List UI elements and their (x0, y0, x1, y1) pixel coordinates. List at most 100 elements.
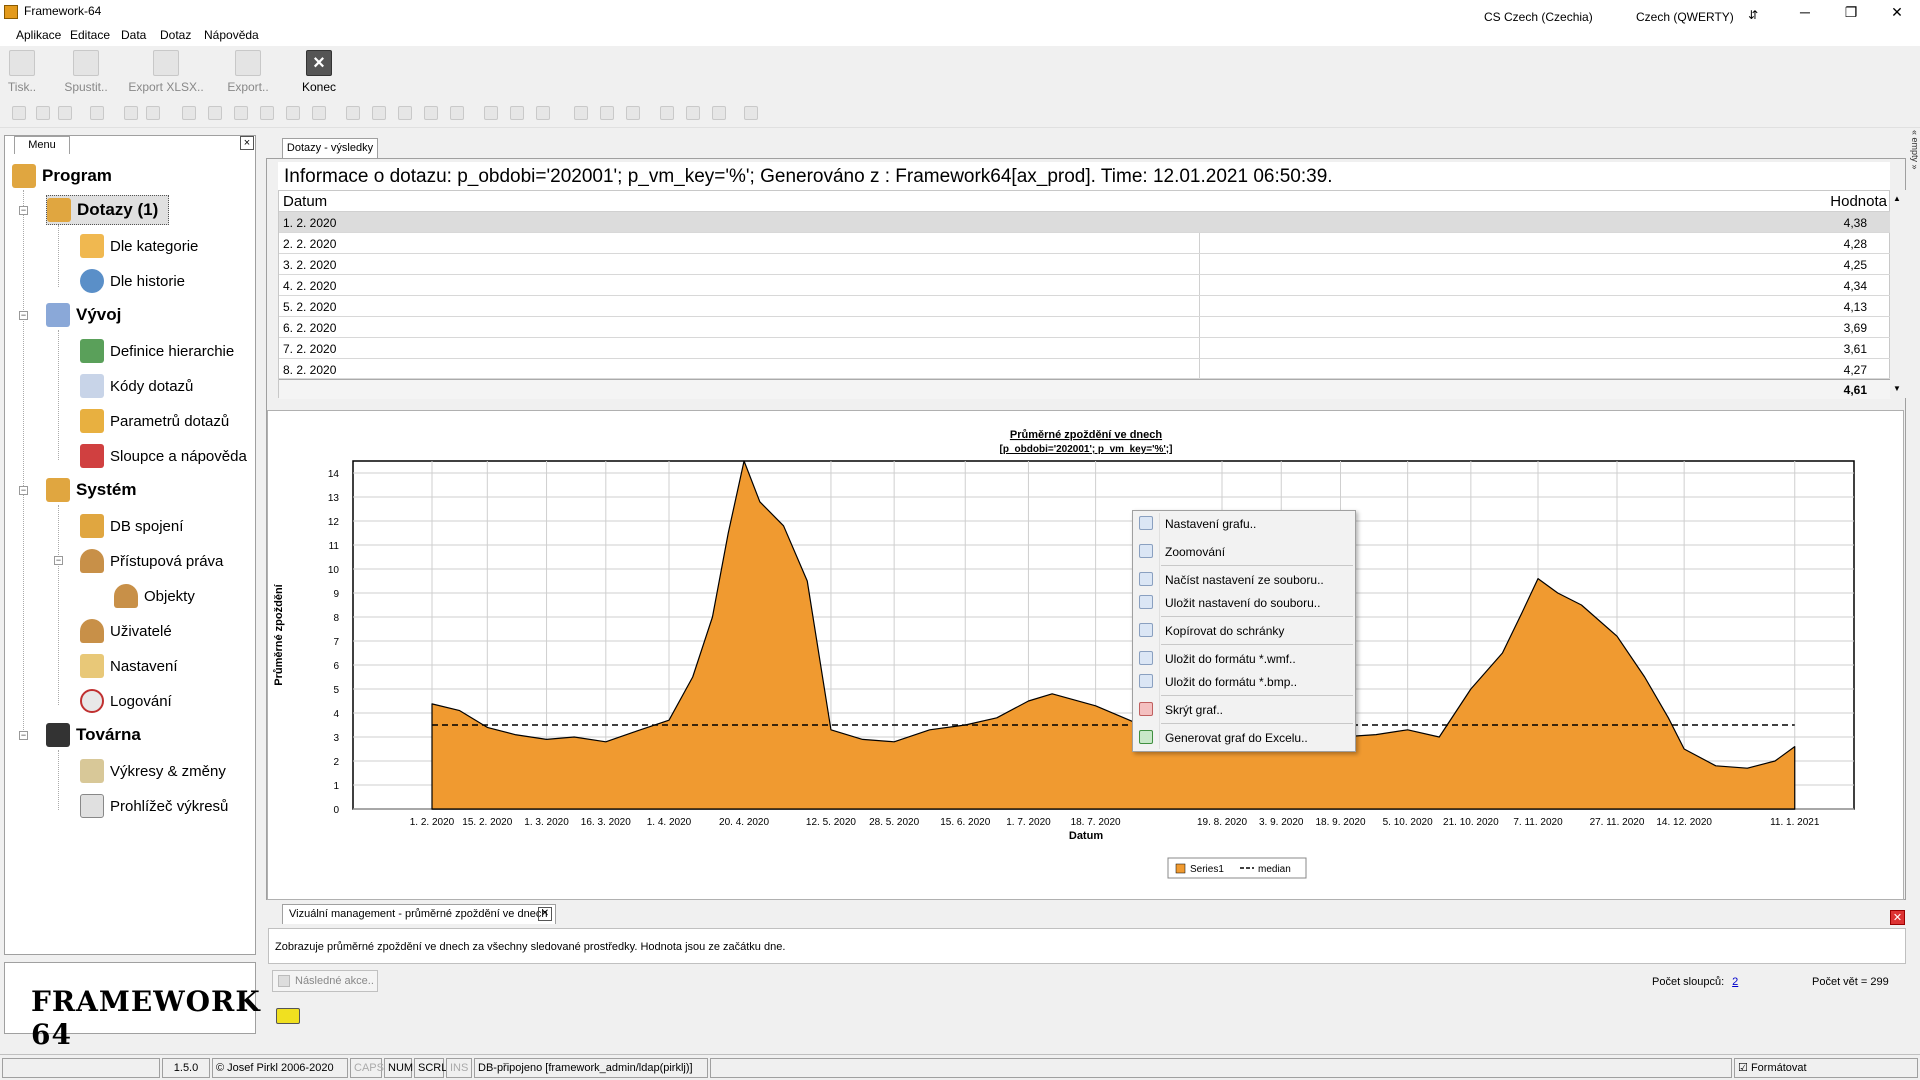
refresh-icon[interactable] (574, 106, 588, 120)
scroll-up-icon[interactable]: ▲ (1893, 194, 1901, 203)
asterisk-plus-icon[interactable] (510, 106, 524, 120)
menu-item-copy-clipboard[interactable]: Kopírovat do schránky (1133, 619, 1357, 641)
menu-item-save-wmf[interactable]: Uložit do formátu *.wmf.. (1133, 647, 1357, 669)
maximize-button[interactable]: ❐ (1828, 2, 1874, 22)
table-row[interactable]: 8. 2. 2020 4,27 (279, 359, 1891, 379)
tree-item-sloupce-a-napoveda[interactable]: Sloupce a nápověda (80, 441, 247, 471)
sort-desc-icon[interactable] (626, 106, 640, 120)
paste-icon[interactable] (58, 106, 72, 120)
prev-page-icon[interactable] (208, 106, 222, 120)
tree-item-objekty[interactable]: Objekty (114, 581, 195, 611)
menu-editace[interactable]: Editace (70, 28, 110, 42)
tree-item-prohlizec-vykresu[interactable]: Prohlížeč výkresů (80, 791, 228, 821)
column-header-datum[interactable]: Datum (283, 193, 327, 210)
run-button[interactable]: Spustit.. (46, 50, 126, 96)
grid-icon[interactable] (90, 106, 104, 120)
check-icon[interactable] (686, 106, 700, 120)
table-row[interactable]: 1. 2. 2020 4,38 (279, 212, 1891, 233)
expander-system[interactable]: − (19, 486, 28, 495)
expander-tovarna[interactable]: − (19, 731, 28, 740)
table-row[interactable]: 4. 2. 2020 4,34 (279, 275, 1891, 296)
tree-item-tovarna[interactable]: Továrna (46, 720, 141, 750)
tree-item-logovani[interactable]: Logování (80, 686, 172, 716)
export-xlsx-button[interactable]: Export XLSX.. (126, 50, 206, 96)
minimize-button[interactable]: ─ (1782, 2, 1828, 22)
expander-pristupova-prava[interactable]: − (54, 556, 63, 565)
tree-item-db-spojeni[interactable]: DB spojení (80, 511, 183, 541)
scroll-down-icon[interactable]: ▼ (1893, 384, 1901, 393)
menu-aplikace[interactable]: Aplikace (16, 28, 61, 42)
menu-item-save-bmp[interactable]: Uložit do formátu *.bmp.. (1133, 670, 1357, 692)
tree-item-program[interactable]: Program (12, 161, 112, 191)
tree-item-dle-kategorie[interactable]: Dle kategorie (80, 231, 198, 261)
tab-dotazy-vysledky[interactable]: Dotazy - výsledky (282, 138, 378, 158)
format-toggle[interactable]: ☑ Formátovat (1734, 1058, 1918, 1078)
next-record-icon[interactable] (260, 106, 274, 120)
keyboard-switch-icon[interactable]: ⇵ (1748, 8, 1758, 22)
cancel-icon[interactable] (450, 106, 464, 120)
keyboard-icon[interactable] (276, 1008, 300, 1024)
delay-chart[interactable]: 012345678910111213141. 2. 2020 15. 2. 202… (268, 411, 1905, 901)
close-panel-button[interactable]: ✕ (1890, 910, 1905, 925)
image-icon[interactable] (660, 106, 674, 120)
settings-icon[interactable] (744, 106, 758, 120)
menu-item-save-settings[interactable]: Uložit nastavení do souboru.. (1133, 591, 1357, 613)
close-window-button[interactable]: ✕ (1874, 2, 1920, 22)
grid-scrollbar[interactable]: ▲ ▼ (1890, 190, 1906, 398)
insert-icon[interactable] (346, 106, 360, 120)
find-icon[interactable] (124, 106, 138, 120)
tree-item-vyvoj[interactable]: Vývoj (46, 300, 121, 330)
prev-record-icon[interactable] (234, 106, 248, 120)
save-icon[interactable] (424, 106, 438, 120)
tree-item-pristupova-prava[interactable]: Přístupová práva (80, 546, 223, 576)
locale-indicator[interactable]: CS Czech (Czechia) (1484, 10, 1593, 24)
cut-icon[interactable] (12, 106, 26, 120)
keyboard-indicator[interactable]: Czech (QWERTY) (1636, 10, 1734, 24)
menu-item-excel-chart[interactable]: Generovat graf do Excelu.. (1133, 726, 1357, 748)
tree-item-dle-historie[interactable]: Dle historie (80, 266, 185, 296)
tree-item-dotazy[interactable]: Dotazy (1) (46, 195, 170, 225)
table-row[interactable]: 2. 2. 2020 4,28 (279, 233, 1891, 254)
menu-data[interactable]: Data (121, 28, 146, 42)
eye-icon[interactable] (712, 106, 726, 120)
tree-item-definice-hierarchie[interactable]: Definice hierarchie (80, 336, 234, 366)
copy-icon[interactable] (36, 106, 50, 120)
menu-item-zoom[interactable]: Zoomování (1133, 540, 1357, 562)
expander-vyvoj[interactable]: − (19, 311, 28, 320)
menu-item-chart-settings[interactable]: Nastavení grafu.. (1133, 512, 1357, 534)
asterisk-icon[interactable] (484, 106, 498, 120)
tree-item-vykresy-a-zmeny[interactable]: Výkresy & změny (80, 756, 226, 786)
column-header-hodnota[interactable]: Hodnota (1830, 193, 1887, 210)
tab-visual-management[interactable]: Vizuální management - průměrné zpoždění … (282, 904, 556, 924)
menu-dotaz[interactable]: Dotaz (160, 28, 191, 42)
first-record-icon[interactable] (182, 106, 196, 120)
replace-icon[interactable] (146, 106, 160, 120)
export-button[interactable]: Export.. (208, 50, 288, 96)
tree-item-nastaveni[interactable]: Nastavení (80, 651, 178, 681)
tree-item-system[interactable]: Systém (46, 475, 136, 505)
close-tab-icon[interactable]: ✕ (538, 907, 552, 921)
menu-napoveda[interactable]: Nápověda (204, 28, 259, 42)
table-row[interactable]: 3. 2. 2020 4,25 (279, 254, 1891, 275)
chart-area[interactable]: 0 1 2 3 4 5 6 7 8 9 10 11 12 13 14 1. 2. 2020 15. 2. 202… (267, 410, 1904, 900)
sort-asc-icon[interactable] (600, 106, 614, 120)
format-checkbox[interactable]: ☑ (1738, 1062, 1748, 1074)
delete-icon[interactable] (372, 106, 386, 120)
tree-item-kody-dotazu[interactable]: Kódy dotazů (80, 371, 193, 401)
right-collapsed-panel[interactable]: « empty » (1906, 130, 1920, 190)
expander-dotazy[interactable]: − (19, 206, 28, 215)
close-menu-panel-button[interactable]: × (240, 136, 254, 150)
quit-button[interactable]: × Konec (279, 50, 359, 96)
follow-up-actions-button[interactable]: Následné akce.. (272, 970, 378, 992)
menu-item-load-settings[interactable]: Načíst nastavení ze souboru.. (1133, 568, 1357, 590)
edit-icon[interactable] (398, 106, 412, 120)
table-row[interactable]: 6. 2. 2020 3,69 (279, 317, 1891, 338)
tree-item-parametru-dotazu[interactable]: Parametrů dotazů (80, 406, 229, 436)
table-row[interactable]: 5. 2. 2020 4,13 (279, 296, 1891, 317)
tree-item-uzivatele[interactable]: Uživatelé (80, 616, 172, 646)
column-count-link[interactable]: 2 (1732, 976, 1738, 988)
menu-item-hide-chart[interactable]: Skrýt graf.. (1133, 698, 1357, 720)
next-page-icon[interactable] (286, 106, 300, 120)
filter-icon[interactable] (536, 106, 550, 120)
last-record-icon[interactable] (312, 106, 326, 120)
